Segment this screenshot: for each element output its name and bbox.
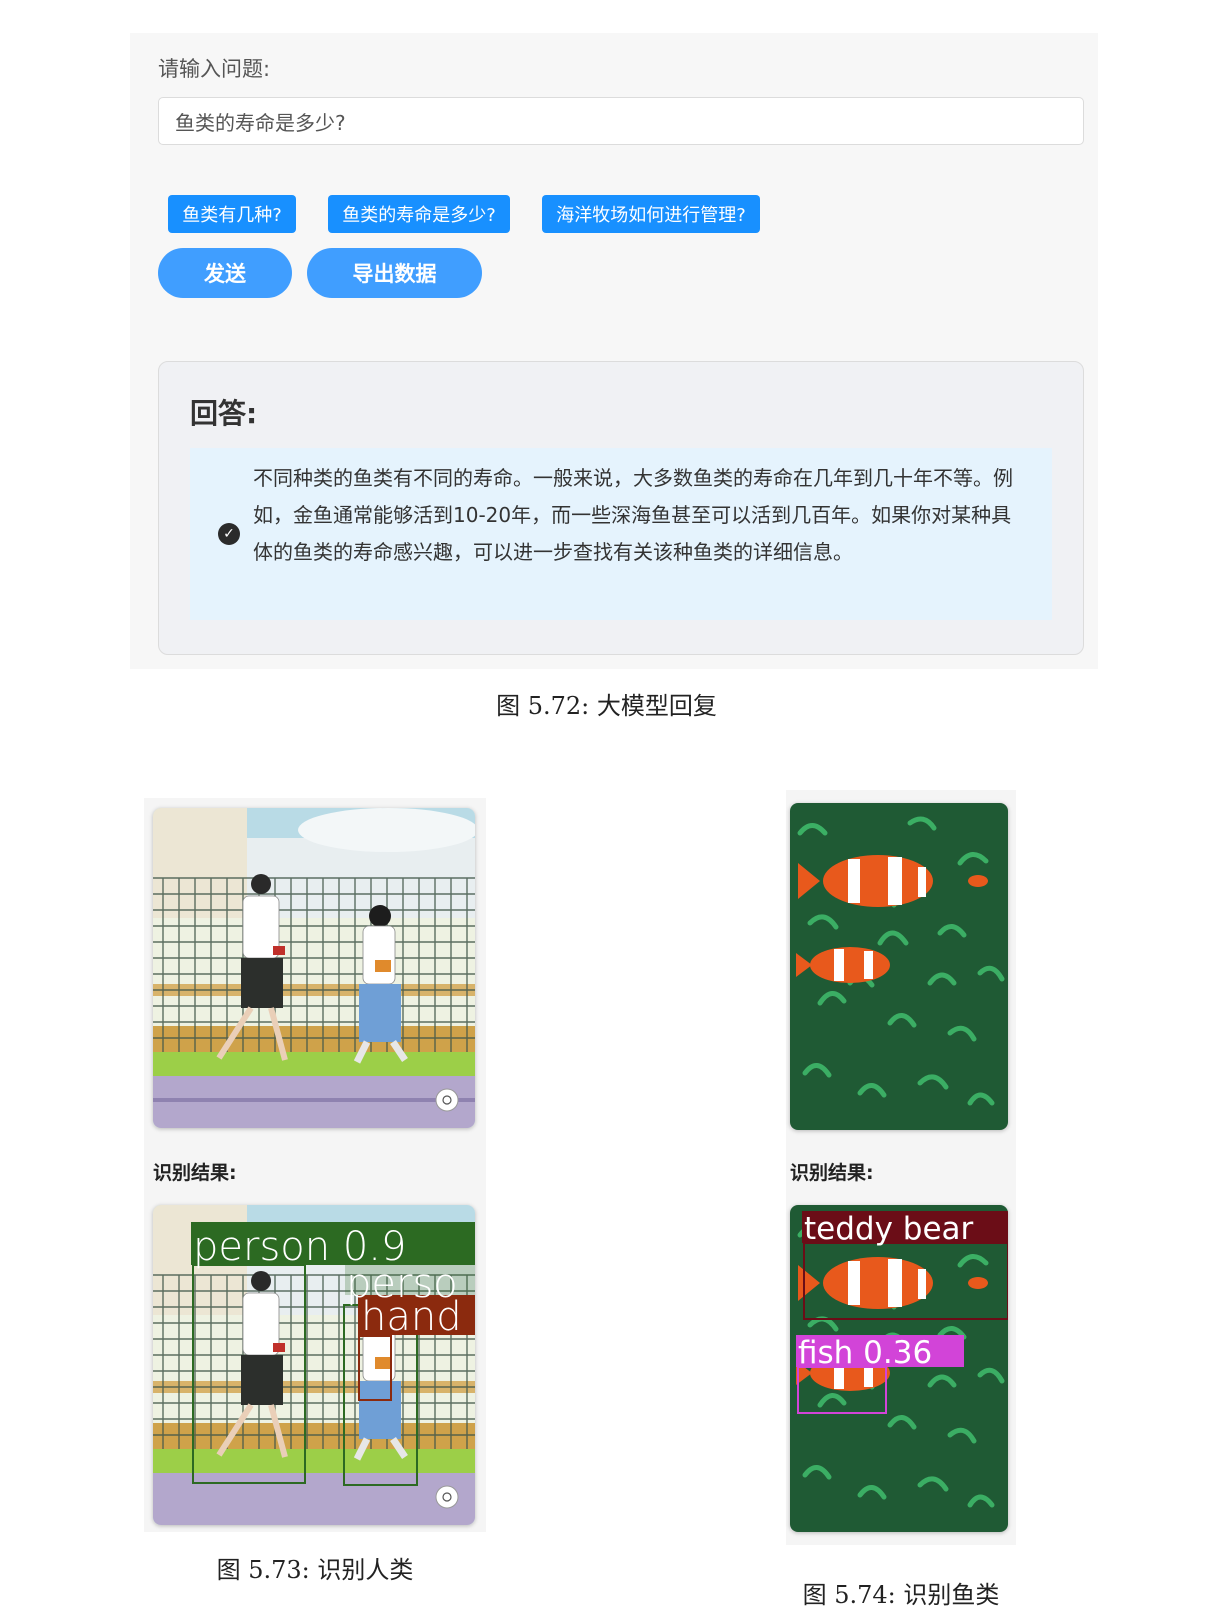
street-scene-detection-image: person 0.9 perso hand: [153, 1205, 475, 1525]
answer-card: 回答: ✓ 不同种类的鱼类有不同的寿命。一般来说，大多数鱼类的寿命在几年到几十年…: [158, 361, 1084, 655]
export-data-button[interactable]: 导出数据: [307, 248, 482, 298]
fish-result-label: 识别结果:: [790, 1162, 874, 1184]
clownfish-detection-image: teddy bear fish 0.36: [790, 1205, 1008, 1532]
people-result-label: 识别结果:: [153, 1162, 237, 1184]
suggestion-button-lifespan[interactable]: 鱼类的寿命是多少?: [328, 195, 510, 233]
figure-caption-5-74: 图 5.74: 识别鱼类: [802, 1581, 1000, 1609]
answer-message: ✓ 不同种类的鱼类有不同的寿命。一般来说，大多数鱼类的寿命在几年到几十年不等。例…: [190, 448, 1052, 620]
answer-title: 回答:: [190, 397, 258, 430]
clownfish-image: [790, 803, 1008, 1130]
figure-caption-5-72: 图 5.72: 大模型回复: [496, 692, 717, 720]
question-label: 请输入问题:: [158, 57, 271, 81]
teddy-bear-detection-label: teddy bear: [804, 1211, 974, 1247]
answer-text: 不同种类的鱼类有不同的寿命。一般来说，大多数鱼类的寿命在几年到几十年不等。例如，…: [253, 466, 1013, 564]
street-scene-image: [153, 808, 475, 1128]
qa-panel: 请输入问题: 鱼类有几种? 鱼类的寿命是多少? 海洋牧场如何进行管理? 发送 导…: [130, 33, 1098, 669]
hand-detection-label: hand: [361, 1294, 462, 1340]
check-circle-icon: ✓: [218, 523, 240, 545]
suggestion-button-species[interactable]: 鱼类有几种?: [168, 195, 296, 233]
figure-caption-5-73: 图 5.73: 识别人类: [216, 1556, 414, 1584]
send-button[interactable]: 发送: [158, 248, 292, 298]
fish-detection-label: fish 0.36: [798, 1335, 932, 1371]
suggestion-button-ranch-management[interactable]: 海洋牧场如何进行管理?: [542, 195, 760, 233]
question-input[interactable]: [158, 97, 1084, 145]
